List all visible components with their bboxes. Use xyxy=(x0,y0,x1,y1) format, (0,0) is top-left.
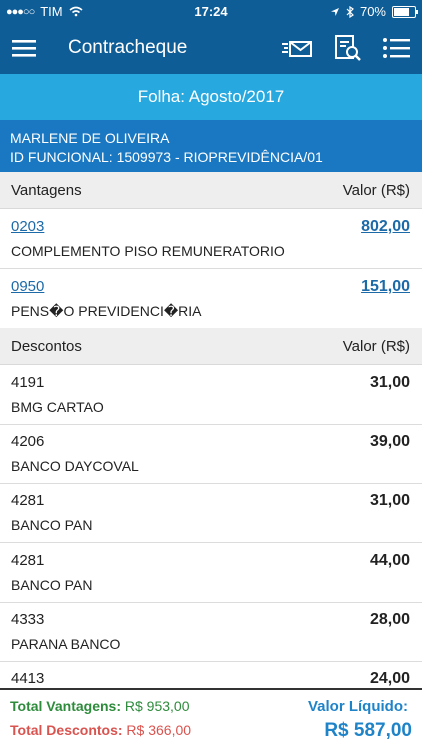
desconto-row: 4206 BANCO DAYCOVAL 39,00 xyxy=(0,424,422,484)
mail-icon[interactable] xyxy=(281,34,313,62)
vantagem-value-link[interactable]: 151,00 xyxy=(361,278,410,296)
document-search-icon[interactable] xyxy=(332,34,364,62)
total-descontos-value: R$ 366,00 xyxy=(126,722,192,738)
total-vantagens: Total Vantagens: R$ 953,00 xyxy=(10,698,189,714)
folha-period: Folha: Agosto/2017 xyxy=(0,74,422,120)
desconto-description: BMG CARTAO xyxy=(11,399,104,415)
desconto-code: 4281 xyxy=(11,552,45,569)
vantagem-description: PENS�O PREVIDENCI�RIA xyxy=(11,303,202,319)
vantagem-code-link[interactable]: 0950 xyxy=(11,278,44,295)
desconto-code: 4413 xyxy=(11,670,45,687)
menu-icon[interactable] xyxy=(10,34,42,62)
descontos-value-header: Valor (R$) xyxy=(342,338,410,355)
valor-liquido-label: Valor Líquido: xyxy=(308,698,408,715)
vantagem-code-link[interactable]: 0203 xyxy=(11,218,44,235)
nav-bar: Contracheque xyxy=(0,22,422,74)
desconto-code: 4191 xyxy=(11,374,45,391)
descontos-header: Descontos Valor (R$) xyxy=(0,328,422,365)
desconto-code: 4281 xyxy=(11,492,45,509)
desconto-row: 4191 BMG CARTAO 31,00 xyxy=(0,365,422,425)
vantagem-description: COMPLEMENTO PISO REMUNERATORIO xyxy=(11,243,285,259)
vantagem-row[interactable]: 0950 PENS�O PREVIDENCI�RIA 151,00 xyxy=(0,269,422,329)
total-descontos: Total Descontos: R$ 366,00 xyxy=(10,722,191,738)
vantagens-header: Vantagens Valor (R$) xyxy=(0,172,422,209)
desconto-value: 24,00 xyxy=(369,670,410,687)
descontos-title: Descontos xyxy=(11,338,82,355)
status-bar: ●●●○○ TIM 17:24 70% xyxy=(0,0,422,22)
vantagem-row[interactable]: 0203 COMPLEMENTO PISO REMUNERATORIO 802,… xyxy=(0,209,422,269)
total-descontos-label: Total Descontos: xyxy=(10,722,123,738)
employee-info: MARLENE DE OLIVEIRA ID FUNCIONAL: 150997… xyxy=(0,120,422,172)
desconto-value: 39,00 xyxy=(369,433,410,450)
desconto-value: 28,00 xyxy=(369,611,410,628)
battery-icon xyxy=(392,5,418,18)
totals-footer: Total Vantagens: R$ 953,00 Total Descont… xyxy=(0,688,422,752)
desconto-value: 31,00 xyxy=(369,492,410,509)
desconto-row: 4281 BANCO PAN 44,00 xyxy=(0,543,422,603)
location-icon xyxy=(330,7,339,16)
desconto-code: 4206 xyxy=(11,433,45,450)
desconto-row: 4281 BANCO PAN 31,00 xyxy=(0,483,422,543)
desconto-value: 31,00 xyxy=(369,374,410,391)
vantagens-value-header: Valor (R$) xyxy=(342,182,410,199)
vantagens-title: Vantagens xyxy=(11,182,82,199)
list-icon[interactable] xyxy=(381,34,413,62)
desconto-code: 4333 xyxy=(11,611,45,628)
desconto-row: 4333 PARANA BANCO 28,00 xyxy=(0,602,422,662)
battery-percent: 70% xyxy=(359,4,386,19)
desconto-description: BANCO PAN xyxy=(11,517,93,533)
desconto-description: BANCO DAYCOVAL xyxy=(11,458,139,474)
page-title: Contracheque xyxy=(68,37,188,58)
total-vantagens-value: R$ 953,00 xyxy=(124,698,190,714)
total-vantagens-label: Total Vantagens: xyxy=(10,698,121,714)
employee-id: ID FUNCIONAL: 1509973 - RIOPREVIDÊNCIA/0… xyxy=(10,149,323,165)
desconto-description: PARANA BANCO xyxy=(11,636,121,652)
valor-liquido-value: R$ 587,00 xyxy=(324,720,412,741)
status-right: 70% xyxy=(330,4,418,19)
employee-name: MARLENE DE OLIVEIRA xyxy=(10,130,170,146)
desconto-description: BANCO PAN xyxy=(11,577,93,593)
vantagem-value-link[interactable]: 802,00 xyxy=(361,218,410,236)
bluetooth-icon xyxy=(346,5,354,18)
desconto-value: 44,00 xyxy=(369,552,410,569)
